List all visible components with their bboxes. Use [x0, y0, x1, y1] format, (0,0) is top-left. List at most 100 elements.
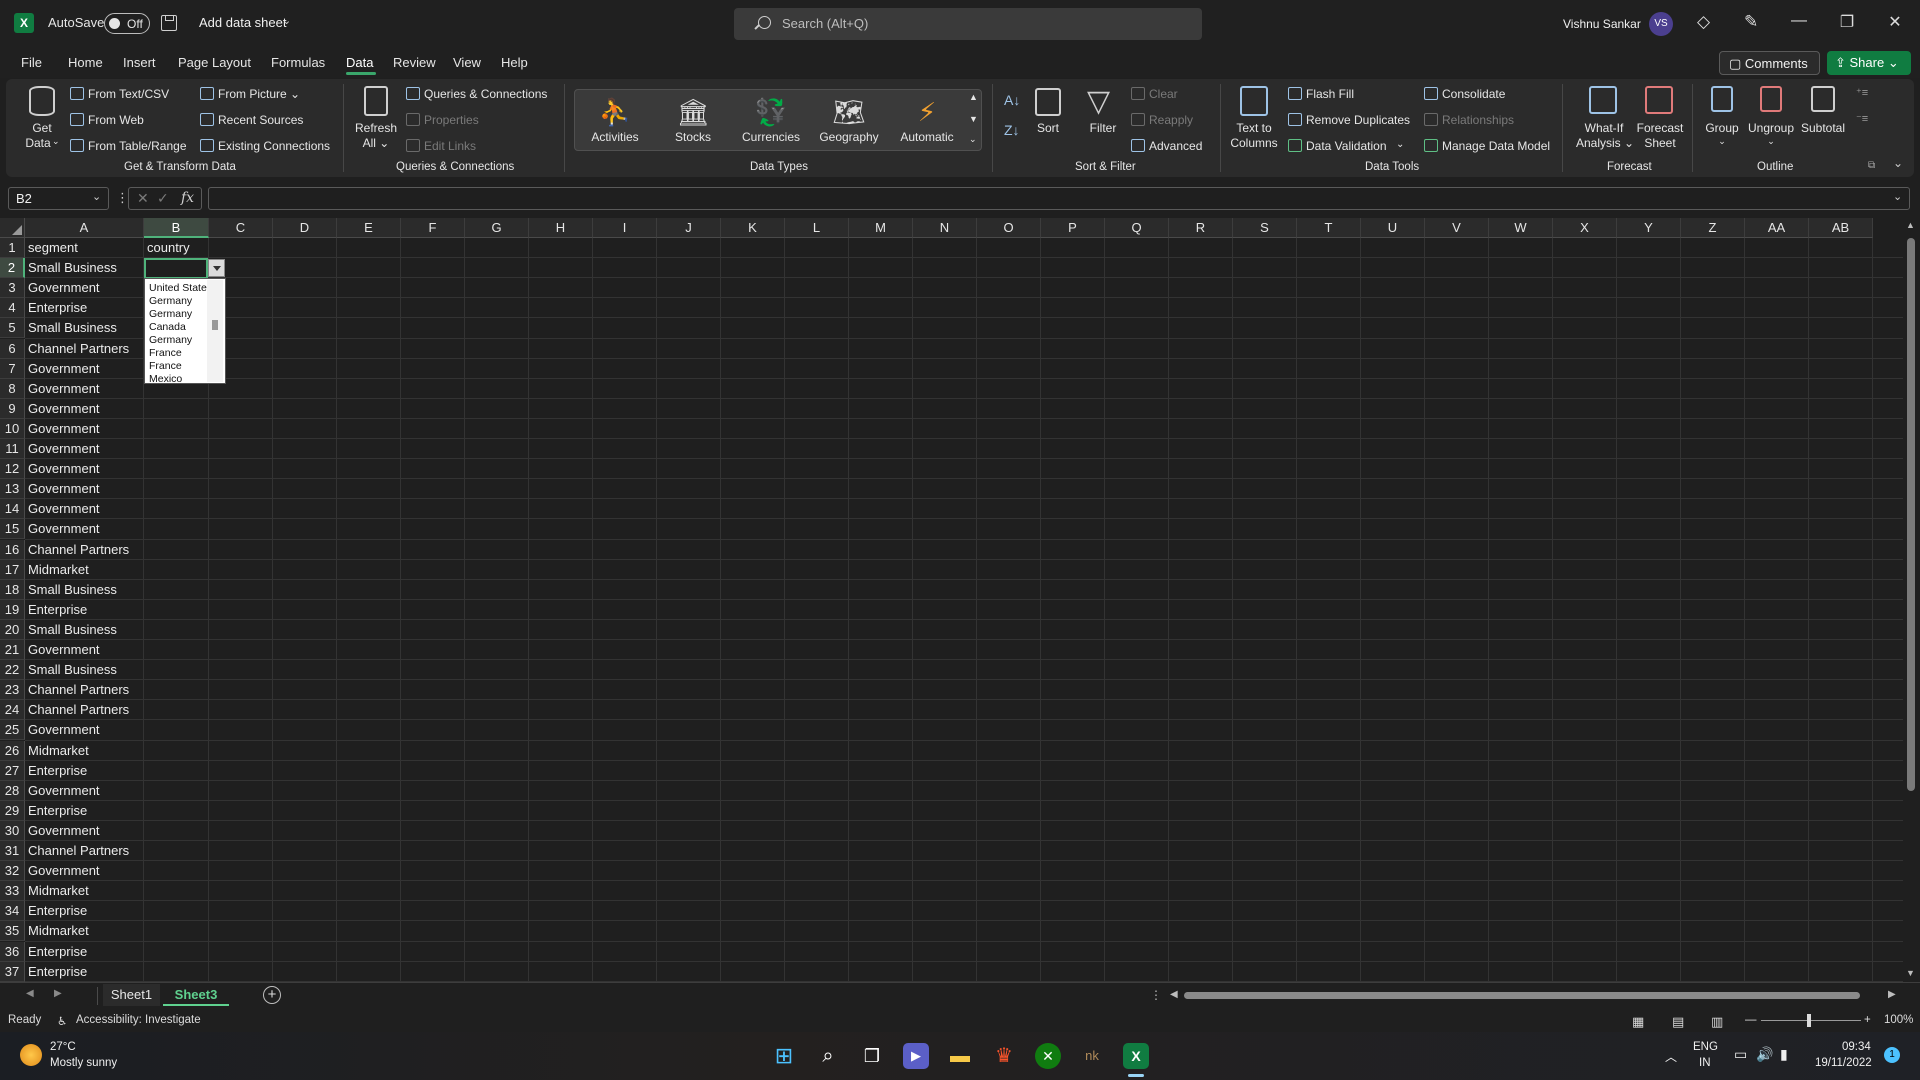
get-data-label[interactable]: Get	[22, 121, 62, 135]
row-header-13[interactable]: 13	[0, 479, 25, 500]
excel-taskbar-icon[interactable]: X	[1123, 1043, 1149, 1069]
cell-a4[interactable]: Enterprise	[25, 298, 144, 318]
accessibility-status[interactable]: Accessibility: Investigate	[76, 1014, 201, 1026]
cell-a35[interactable]: Midmarket	[25, 921, 144, 941]
cell-a19[interactable]: Enterprise	[25, 600, 144, 620]
tab-file[interactable]: File	[21, 55, 42, 70]
column-header-g[interactable]: G	[465, 218, 529, 238]
row-header-6[interactable]: 6	[0, 338, 25, 359]
forecast-sheet-label[interactable]: Forecast	[1634, 121, 1686, 135]
cell-a7[interactable]: Government	[25, 359, 144, 379]
cell-a30[interactable]: Government	[25, 821, 144, 841]
cell-a3[interactable]: Government	[25, 278, 144, 298]
volume-icon[interactable]: 🔊	[1756, 1046, 1773, 1063]
windows-start-icon[interactable]: ⊞	[771, 1043, 797, 1069]
cell-a5[interactable]: Small Business	[25, 318, 144, 338]
worksheet-grid[interactable]: A B C D E F G H I J K L M N O P Q R S T U V W X Y Z AA AB 123456789…	[0, 218, 1903, 982]
cell-a32[interactable]: Government	[25, 861, 144, 881]
text-to-columns-label[interactable]: Text to	[1228, 121, 1280, 135]
validation-dropdown-button[interactable]	[208, 259, 225, 277]
data-type-stocks[interactable]: Stocks	[654, 130, 732, 144]
normal-view-icon[interactable]: ▦	[1632, 1014, 1644, 1030]
next-sheet-icon[interactable]: ▶	[54, 988, 62, 999]
column-header-l[interactable]: L	[785, 218, 849, 238]
user-name[interactable]: Vishnu Sankar	[1563, 17, 1641, 31]
cell-a14[interactable]: Government	[25, 499, 144, 519]
recent-sources-button[interactable]: Recent Sources	[218, 113, 303, 127]
comments-button[interactable]: ▢ Comments	[1719, 51, 1820, 75]
row-header-28[interactable]: 28	[0, 780, 25, 801]
minimize-icon[interactable]: —	[1789, 12, 1809, 30]
column-header-x[interactable]: X	[1553, 218, 1617, 238]
cell-a25[interactable]: Government	[25, 720, 144, 740]
data-validation-button[interactable]: Data Validation	[1306, 139, 1387, 153]
properties-button[interactable]: Properties	[424, 113, 479, 127]
row-header-36[interactable]: 36	[0, 941, 25, 962]
autosave-toggle[interactable]: Off	[104, 13, 150, 34]
column-header-q[interactable]: Q	[1105, 218, 1169, 238]
column-header-a[interactable]: A	[25, 218, 144, 238]
row-header-7[interactable]: 7	[0, 358, 25, 379]
dropdown-option[interactable]: Germany	[149, 334, 211, 347]
chat-icon[interactable]: ▶	[903, 1043, 929, 1069]
cell-b1[interactable]: country	[144, 238, 209, 258]
display-icon[interactable]: ▭	[1734, 1046, 1747, 1063]
cell-a34[interactable]: Enterprise	[25, 901, 144, 921]
cancel-icon[interactable]: ✕	[137, 190, 149, 207]
flash-fill-button[interactable]: Flash Fill	[1306, 87, 1354, 101]
existing-connections-button[interactable]: Existing Connections	[218, 139, 330, 153]
row-header-25[interactable]: 25	[0, 720, 25, 741]
cell-a15[interactable]: Government	[25, 519, 144, 539]
sheet-tab-sheet1[interactable]: Sheet1	[103, 984, 160, 1006]
row-header-10[interactable]: 10	[0, 418, 25, 439]
reapply-button[interactable]: Reapply	[1149, 113, 1193, 127]
column-header-h[interactable]: H	[529, 218, 593, 238]
chevron-down-icon[interactable]: ⌄	[1748, 136, 1794, 147]
data-type-automatic[interactable]: Automatic	[888, 130, 966, 144]
cell-a23[interactable]: Channel Partners	[25, 680, 144, 700]
data-type-geography[interactable]: Geography	[810, 130, 888, 144]
cell-a6[interactable]: Channel Partners	[25, 339, 144, 359]
cell-a2[interactable]: Small Business	[25, 258, 144, 278]
page-break-view-icon[interactable]: ▥	[1711, 1014, 1723, 1030]
cell-a33[interactable]: Midmarket	[25, 881, 144, 901]
row-header-30[interactable]: 30	[0, 820, 25, 841]
advanced-button[interactable]: Advanced	[1149, 139, 1202, 153]
row-header-11[interactable]: 11	[0, 439, 25, 459]
tab-page-layout[interactable]: Page Layout	[178, 55, 251, 70]
sort-descending-icon[interactable]: Z↓	[1004, 122, 1020, 138]
from-web-button[interactable]: From Web	[88, 113, 144, 127]
refresh-all-label[interactable]: Refresh	[352, 121, 400, 135]
xbox-icon[interactable]: ✕	[1035, 1043, 1061, 1069]
from-picture-button[interactable]: From Picture ⌄	[218, 87, 300, 101]
cell-a17[interactable]: Midmarket	[25, 560, 144, 580]
dropdown-option[interactable]: France	[149, 347, 211, 360]
cell-a26[interactable]: Midmarket	[25, 741, 144, 761]
chevron-down-icon[interactable]: ⌄	[1396, 139, 1404, 150]
chevron-down-icon[interactable]: ⌄	[52, 136, 60, 147]
column-header-s[interactable]: S	[1233, 218, 1297, 238]
cell-a8[interactable]: Government	[25, 379, 144, 399]
cell-a1[interactable]: segment	[25, 238, 144, 258]
active-cell-b2[interactable]	[144, 258, 208, 279]
column-header-j[interactable]: J	[657, 218, 721, 238]
row-header-32[interactable]: 32	[0, 861, 25, 882]
zoom-out-icon[interactable]: —	[1745, 1014, 1757, 1026]
chevron-down-icon[interactable]: ⌄	[92, 190, 101, 203]
row-header-29[interactable]: 29	[0, 800, 25, 821]
brave-browser-icon[interactable]: ♛	[991, 1043, 1017, 1069]
cell-a31[interactable]: Channel Partners	[25, 841, 144, 861]
tab-review[interactable]: Review	[393, 55, 436, 70]
collapse-ribbon-icon[interactable]: ⌄	[1893, 156, 1903, 170]
hide-detail-icon[interactable]: ⁻≡	[1856, 112, 1868, 125]
zoom-slider-thumb[interactable]	[1807, 1014, 1811, 1027]
sort-ascending-icon[interactable]: A↓	[1004, 92, 1020, 108]
subtotal-button[interactable]: Subtotal	[1800, 121, 1846, 135]
expand-formula-bar-icon[interactable]: ⌄	[1893, 190, 1902, 203]
zoom-level[interactable]: 100%	[1884, 1014, 1913, 1026]
formula-input[interactable]	[208, 187, 1910, 210]
dropdown-option[interactable]: Germany	[149, 295, 211, 308]
row-header-3[interactable]: 3	[0, 278, 25, 299]
scroll-left-icon[interactable]: ◀	[1170, 989, 1178, 1000]
close-icon[interactable]: ✕	[1885, 12, 1905, 32]
